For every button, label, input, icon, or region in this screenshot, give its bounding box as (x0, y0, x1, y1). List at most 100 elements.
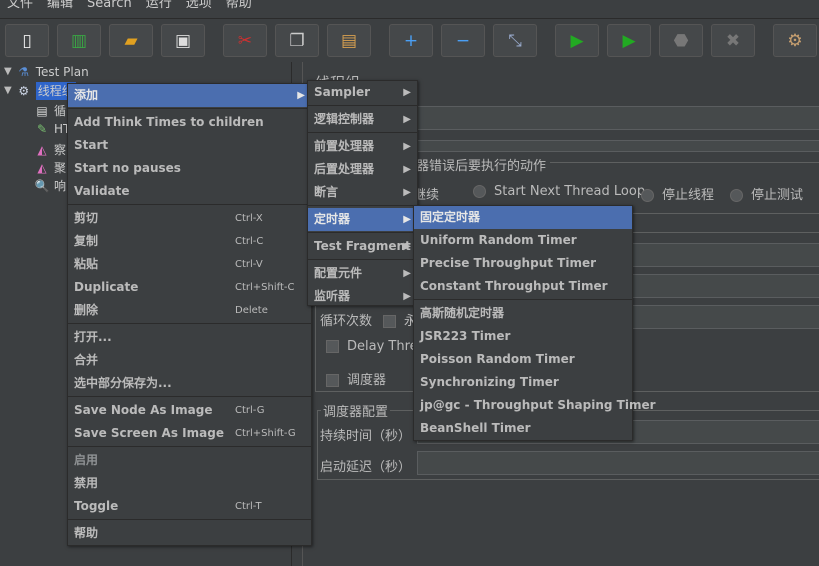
tree-node[interactable]: ▤ 循 (34, 102, 66, 120)
menu-item-sampler[interactable]: Sampler ▶ (308, 81, 417, 104)
duration-label: 持续时间（秒） (320, 429, 412, 444)
startup-delay-label: 启动延迟（秒） (320, 460, 412, 475)
expand-toggle-icon[interactable]: ▼ (4, 82, 12, 100)
menu-item-beanshell-timer[interactable]: BeanShell Timer (414, 417, 632, 440)
menu-4[interactable]: 选项 (179, 0, 219, 14)
copy-button[interactable]: ❐ (275, 24, 319, 57)
cut-button[interactable]: ✂ (223, 24, 267, 57)
tree-node[interactable]: 🔍 响 (34, 177, 67, 195)
menu-item-label: 断言 (314, 185, 339, 199)
expand-toggle-icon[interactable]: ▼ (4, 63, 12, 81)
menu-item-start[interactable]: Start (68, 134, 311, 157)
menu-item-0[interactable]: 固定定时器 (414, 206, 632, 229)
open-button[interactable]: ▰ (109, 24, 153, 57)
menu-item-7[interactable]: 剪切 Ctrl-X (68, 207, 311, 230)
menu-item-14[interactable]: 合并 (68, 349, 311, 372)
menu-item-4[interactable]: 前置处理器 ▶ (308, 135, 417, 158)
menu-item-uniform-random-timer[interactable]: Uniform Random Timer (414, 229, 632, 252)
stop-button[interactable]: ⬣ (659, 24, 703, 57)
shortcut-label: Ctrl-X (235, 213, 263, 224)
radio-start-next-loop[interactable]: Start Next Thread Loop (473, 184, 645, 199)
menu-item-8[interactable]: 定时器 ▶ (308, 208, 417, 231)
radio-icon (473, 185, 486, 198)
tree-node[interactable]: ▼ ⚗ Test Plan (4, 63, 89, 81)
menu-item-test-fragment[interactable]: Test Fragment ▶ (308, 235, 417, 258)
menu-item-label: 配置元件 (314, 266, 363, 280)
shortcut-label: Ctrl-C (235, 236, 264, 247)
menu-item-jsr223-timer[interactable]: JSR223 Timer (414, 325, 632, 348)
menu-item-8[interactable]: 复制 Ctrl-C (68, 230, 311, 253)
menu-item-label: Constant Throughput Timer (420, 279, 608, 293)
gear-icon: ⚙ (18, 84, 30, 98)
submenu-arrow-icon: ▶ (403, 268, 411, 279)
toggle-button[interactable]: ⤡ (493, 24, 537, 57)
menu-item-0[interactable]: 添加 ▶ (68, 84, 311, 107)
menu-item-15[interactable]: 选中部分保存为... (68, 372, 311, 395)
menu-item-13[interactable]: 打开... (68, 326, 311, 349)
start-button[interactable]: ▶ (555, 24, 599, 57)
menu-5[interactable]: 帮助 (219, 0, 259, 14)
menu-item-11[interactable]: 删除 Delete (68, 299, 311, 322)
start-no-pauses-button[interactable]: ▶ (607, 24, 651, 57)
radio-stop-test[interactable]: 停止测试 (730, 184, 803, 203)
clear-button[interactable]: ⚙ (773, 24, 817, 57)
menu-separator (68, 396, 311, 397)
menu-item-label: 剪切 (74, 211, 99, 225)
menu-item-poisson-random-timer[interactable]: Poisson Random Timer (414, 348, 632, 371)
checkbox-icon (326, 340, 339, 353)
tree-node[interactable]: ◭ 察 (34, 141, 66, 159)
menu-item-24[interactable]: 帮助 (68, 522, 311, 545)
listener-icon: ◭ (37, 143, 47, 157)
menu-1[interactable]: 编辑 (40, 0, 80, 14)
menu-item-duplicate[interactable]: Duplicate Ctrl+Shift-C (68, 276, 311, 299)
menu-item-label: Duplicate (74, 280, 139, 294)
menu-item-label: Uniform Random Timer (420, 233, 577, 247)
forever-checkbox[interactable]: 永 (383, 310, 417, 329)
radio-stop-thread[interactable]: 停止线程 (641, 184, 714, 203)
menu-item-21[interactable]: 禁用 (68, 472, 311, 495)
menu-separator (308, 232, 417, 233)
startup-delay-field[interactable] (417, 451, 819, 475)
menu-item-add-think-times-to-children[interactable]: Add Think Times to children (68, 111, 311, 134)
menu-item-validate[interactable]: Validate (68, 180, 311, 203)
collapse-button[interactable]: − (441, 24, 485, 57)
tree-node[interactable]: ▼ ⚙ 线程组 (4, 82, 76, 100)
menu-item-5[interactable]: 后置处理器 ▶ (308, 158, 417, 181)
shutdown-icon: ✖ (725, 30, 741, 51)
tree-node[interactable]: ◭ 聚 (34, 159, 66, 177)
menu-separator (68, 446, 311, 447)
menu-item-13[interactable]: 监听器 ▶ (308, 285, 417, 308)
menu-item-toggle[interactable]: Toggle Ctrl-T (68, 495, 311, 518)
expand-button[interactable]: + (389, 24, 433, 57)
menu-separator (68, 323, 311, 324)
menu-item-5[interactable]: 高斯随机定时器 (414, 302, 632, 325)
shutdown-button[interactable]: ✖ (711, 24, 755, 57)
templates-button[interactable]: ▥ (57, 24, 101, 57)
menu-0[interactable]: 文件 (0, 0, 40, 14)
submenu-arrow-icon: ▶ (403, 187, 411, 198)
tree-node-label: 察 (54, 143, 67, 157)
menu-item-20[interactable]: 启用 (68, 449, 311, 472)
menu-item-jp-gc-throughput-shaping-timer[interactable]: jp@gc - Throughput Shaping Timer (414, 394, 656, 417)
tree-node[interactable]: ✎ HT (34, 120, 70, 138)
save-button[interactable]: ▣ (161, 24, 205, 57)
new-button[interactable]: ▯ (5, 24, 49, 57)
menu-item-9[interactable]: 粘贴 Ctrl-V (68, 253, 311, 276)
menu-item-2[interactable]: 逻辑控制器 ▶ (308, 108, 417, 131)
menu-item-save-screen-as-image[interactable]: Save Screen As Image Ctrl+Shift-G (68, 422, 311, 445)
menu-item-precise-throughput-timer[interactable]: Precise Throughput Timer (414, 252, 632, 275)
paste-button[interactable]: ▤ (327, 24, 371, 57)
menu-item-constant-throughput-timer[interactable]: Constant Throughput Timer (414, 275, 632, 298)
scheduler-checkbox[interactable]: 调度器 (326, 369, 386, 388)
shortcut-label: Ctrl+Shift-G (235, 428, 296, 439)
menu-item-12[interactable]: 配置元件 ▶ (308, 262, 417, 285)
menu-separator (308, 205, 417, 206)
menu-item-save-node-as-image[interactable]: Save Node As Image Ctrl-G (68, 399, 311, 422)
menu-item-start-no-pauses[interactable]: Start no pauses (68, 157, 311, 180)
submenu-arrow-icon: ▶ (403, 114, 411, 125)
menu-item-6[interactable]: 断言 ▶ (308, 181, 417, 204)
menu-item-synchronizing-timer[interactable]: Synchronizing Timer (414, 371, 632, 394)
menu-3[interactable]: 运行 (139, 0, 179, 14)
menu-search[interactable]: Search (80, 0, 139, 14)
radio-icon (730, 189, 743, 202)
